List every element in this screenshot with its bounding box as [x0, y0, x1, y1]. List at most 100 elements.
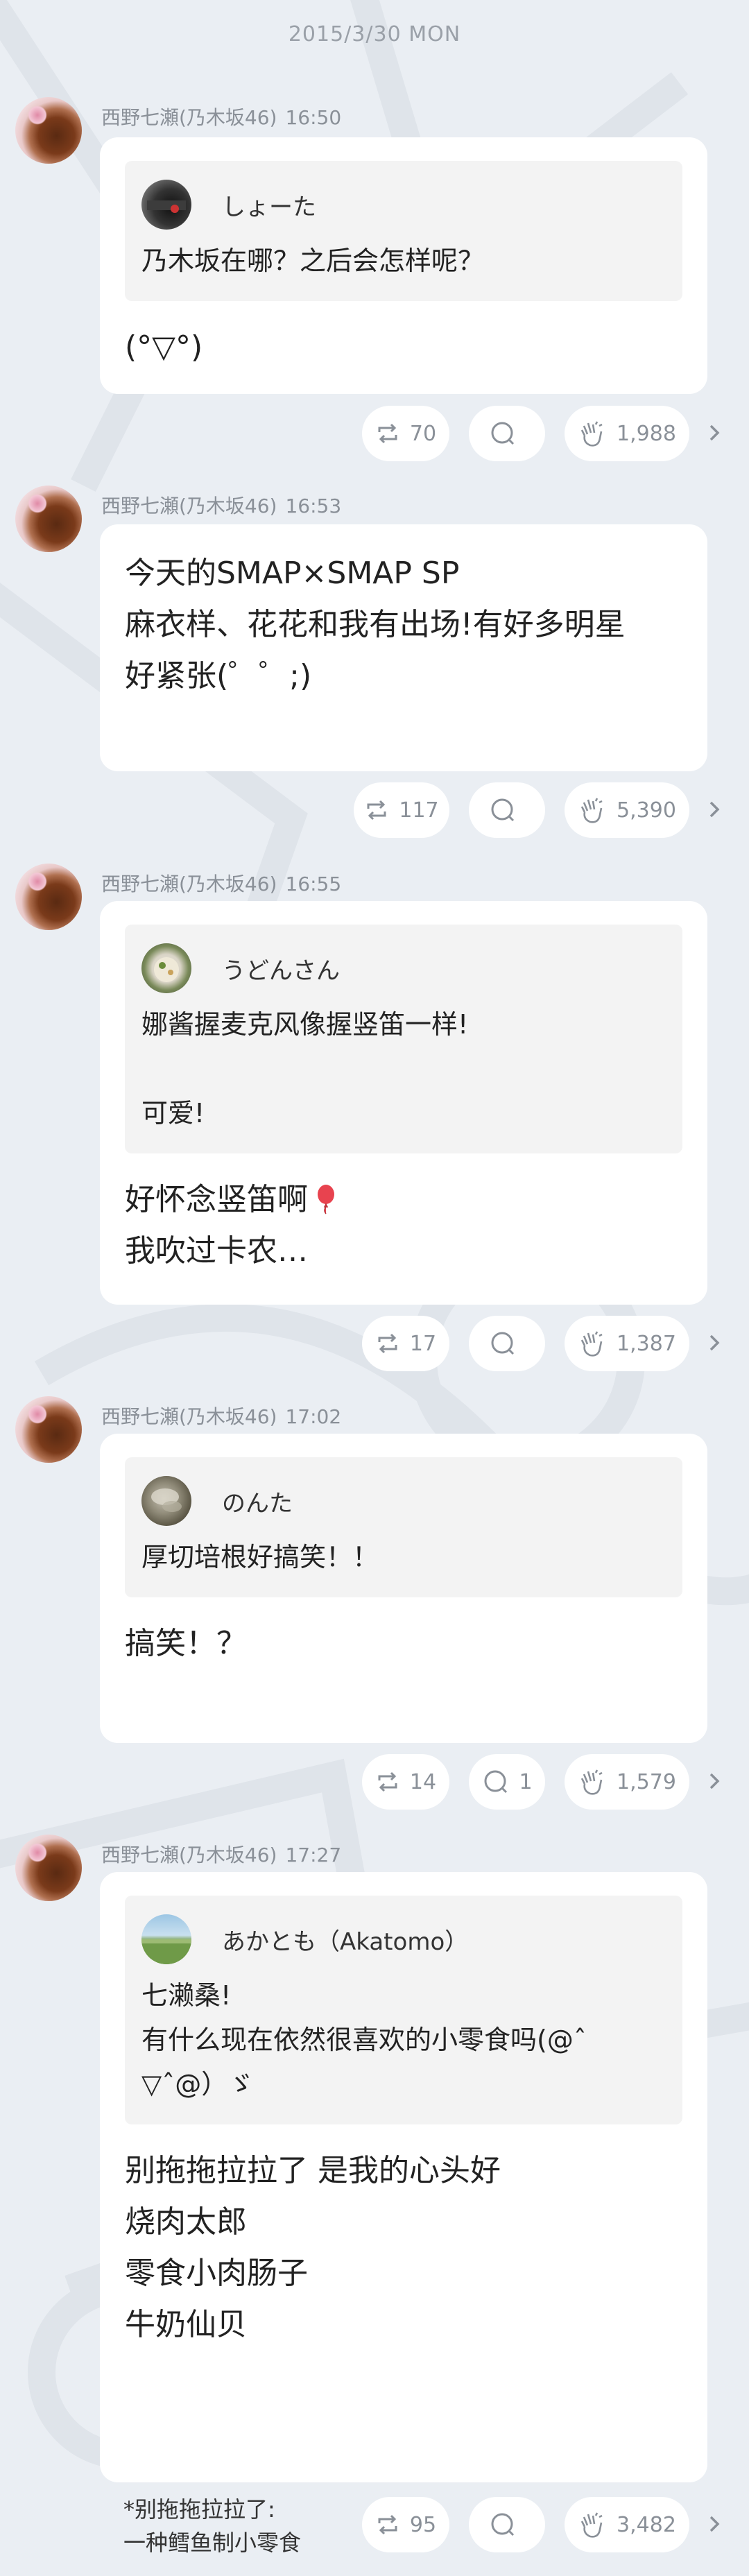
quoted-message[interactable]: うどんさん 娜酱握麦克风像握竖笛一样! 可爱! — [125, 925, 682, 1153]
clap-icon — [580, 798, 603, 823]
message-bubble: 今天的SMAP×SMAP SP 麻衣样、花花和我有出场!有好多明星 好紧张(゜゜… — [100, 524, 707, 771]
quote-author-name: うどんさん — [222, 956, 340, 985]
author-avatar[interactable] — [15, 864, 82, 930]
quote-author-avatar — [141, 180, 191, 230]
clap-icon — [580, 1331, 603, 1357]
action-bar: 95 3,482 — [0, 2497, 749, 2552]
quote-author-avatar — [141, 1476, 191, 1526]
repost-count: 70 — [409, 421, 437, 446]
repost-button[interactable]: 117 — [354, 782, 449, 838]
author-avatar[interactable] — [15, 1396, 82, 1463]
action-bar: 117 5,390 — [0, 782, 749, 838]
post-meta: 西野七瀬(乃木坂46) 17:27 — [101, 1840, 341, 1868]
author-name: 西野七瀬(乃木坂46) — [101, 106, 277, 129]
comment-button[interactable] — [469, 1316, 545, 1371]
repost-icon — [378, 1333, 397, 1354]
comment-count: 1 — [519, 1769, 533, 1794]
clap-count: 1,387 — [617, 1331, 676, 1356]
quote-text: 厚切培根好搞笑！！ — [141, 1542, 379, 1572]
post-meta: 西野七瀬(乃木坂46) 16:55 — [101, 869, 341, 897]
clap-count: 1,579 — [617, 1769, 676, 1794]
chevron-right-icon[interactable] — [705, 1764, 725, 1798]
quoted-message[interactable]: のんた 厚切培根好搞笑！！ — [125, 1457, 682, 1597]
clap-count: 3,482 — [617, 2512, 676, 2537]
author-avatar[interactable] — [15, 1835, 82, 1901]
message-text: 今天的SMAP×SMAP SP 麻衣样、花花和我有出场!有好多明星 好紧张(゜゜… — [125, 556, 626, 694]
author-avatar[interactable] — [15, 486, 82, 552]
clap-icon — [580, 2512, 603, 2538]
message-bubble: のんた 厚切培根好搞笑！！ 搞笑！？ — [100, 1434, 707, 1743]
chevron-right-icon[interactable] — [705, 792, 725, 827]
message-bubble: あかとも（Akatomo） 七濑桑! 有什么现在依然很喜欢的小零食吗(@ˆ ▽ˆ… — [100, 1872, 707, 2482]
repost-icon — [378, 423, 397, 444]
repost-button[interactable]: 95 — [362, 2497, 449, 2552]
author-avatar[interactable] — [15, 97, 82, 164]
repost-count: 17 — [409, 1331, 437, 1356]
repost-icon — [367, 800, 386, 821]
repost-count: 95 — [409, 2512, 437, 2537]
repost-icon — [378, 2514, 397, 2535]
action-bar: 17 1,387 — [0, 1316, 749, 1371]
post-meta: 西野七瀬(乃木坂46) 16:53 — [101, 491, 341, 519]
footnote: *别拖拖拉拉了: 一种鳕鱼制小零食 — [123, 2496, 302, 2556]
clap-icon — [580, 1769, 603, 1795]
author-name: 西野七瀬(乃木坂46) — [101, 1844, 277, 1866]
post-time: 16:53 — [285, 495, 342, 517]
repost-icon — [378, 1771, 397, 1792]
comment-button[interactable] — [469, 406, 545, 461]
quote-author-name: のんた — [222, 1489, 293, 1518]
clap-button[interactable]: 5,390 — [565, 782, 689, 838]
action-bar: 70 1,988 — [0, 406, 749, 461]
message-text: 别拖拖拉拉了 是我的心头好 烧肉太郎 零食小肉肠子 牛奶仙贝 — [125, 2153, 501, 2342]
balloon-emoji-icon — [318, 1185, 334, 1214]
clap-button[interactable]: 3,482 — [565, 2497, 689, 2552]
repost-button[interactable]: 14 — [362, 1754, 449, 1810]
comment-icon — [491, 2513, 515, 2536]
clap-button[interactable]: 1,387 — [565, 1316, 689, 1371]
message-bubble: うどんさん 娜酱握麦克风像握竖笛一样! 可爱! 好怀念竖笛啊 我吹过卡农… — [100, 901, 707, 1305]
chevron-right-icon[interactable] — [705, 415, 725, 450]
message-text: (°▽°) — [125, 329, 203, 365]
comment-button[interactable]: 1 — [469, 1754, 545, 1810]
quote-text: 七濑桑! 有什么现在依然很喜欢的小零食吗(@ˆ ▽ˆ@）ゞ — [141, 1980, 587, 2100]
message-text: 搞笑！？ — [125, 1626, 247, 1661]
clap-icon — [580, 421, 603, 447]
quote-author-avatar — [141, 1914, 191, 1964]
post-time: 16:50 — [285, 106, 342, 129]
quote-author-name: しょーた — [222, 193, 316, 221]
post-meta: 西野七瀬(乃木坂46) 17:02 — [101, 1402, 341, 1429]
quote-author-name: あかとも（Akatomo） — [222, 1927, 469, 1956]
quoted-message[interactable]: しょーた 乃木坂在哪？之后会怎样呢？ — [125, 161, 682, 301]
chevron-right-icon[interactable] — [705, 1325, 725, 1360]
author-name: 西野七瀬(乃木坂46) — [101, 873, 277, 895]
post-meta: 西野七瀬(乃木坂46) 16:50 — [101, 103, 341, 130]
comment-icon — [491, 798, 515, 822]
message-bubble: しょーた 乃木坂在哪？之后会怎样呢？ (°▽°) — [100, 137, 707, 394]
comment-icon — [491, 422, 515, 445]
repost-button[interactable]: 70 — [362, 406, 449, 461]
comment-icon — [491, 1332, 515, 1355]
post-time: 16:55 — [285, 873, 342, 895]
quote-author-avatar — [141, 943, 191, 993]
author-name: 西野七瀬(乃木坂46) — [101, 1405, 277, 1428]
quote-text: 乃木坂在哪？之后会怎样呢？ — [141, 246, 485, 276]
post-time: 17:02 — [285, 1405, 342, 1428]
clap-count: 5,390 — [617, 798, 676, 823]
quoted-message[interactable]: あかとも（Akatomo） 七濑桑! 有什么现在依然很喜欢的小零食吗(@ˆ ▽ˆ… — [125, 1896, 682, 2124]
repost-count: 117 — [399, 798, 439, 823]
action-bar: 14 1 1,579 — [0, 1754, 749, 1810]
author-name: 西野七瀬(乃木坂46) — [101, 495, 277, 517]
repost-button[interactable]: 17 — [362, 1316, 449, 1371]
clap-button[interactable]: 1,988 — [565, 406, 689, 461]
quote-text: 娜酱握麦克风像握竖笛一样! 可爱! — [141, 1009, 469, 1128]
comment-icon — [484, 1770, 508, 1794]
comment-button[interactable] — [469, 2497, 545, 2552]
date-header: 2015/3/30 MON — [288, 22, 461, 46]
clap-count: 1,988 — [617, 421, 676, 446]
message-text: 好怀念竖笛啊 我吹过卡农… — [125, 1182, 308, 1269]
post-time: 17:27 — [285, 1844, 342, 1866]
chevron-right-icon[interactable] — [705, 2507, 725, 2541]
comment-button[interactable] — [469, 782, 545, 838]
clap-button[interactable]: 1,579 — [565, 1754, 689, 1810]
repost-count: 14 — [409, 1769, 437, 1794]
